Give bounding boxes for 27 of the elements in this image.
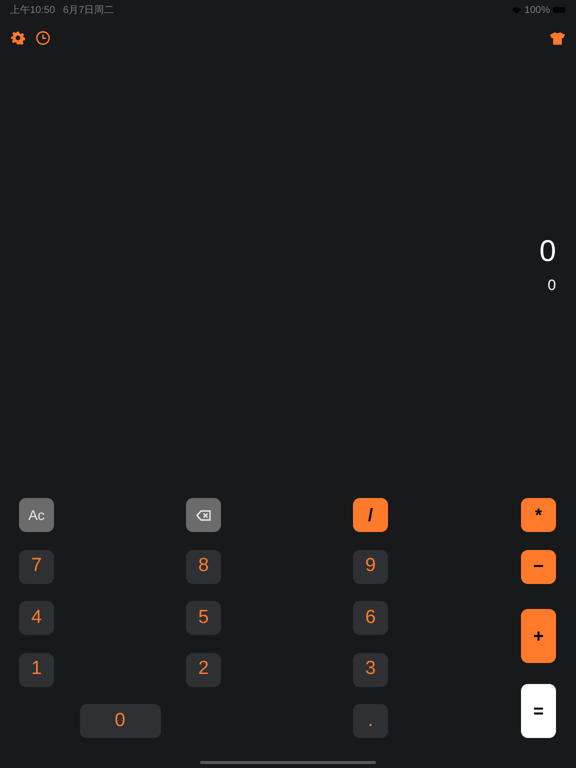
operator-key[interactable]: /: [353, 498, 388, 532]
digit-key[interactable]: 8: [186, 550, 221, 584]
digit-key[interactable]: 9: [353, 550, 388, 584]
shirt-icon[interactable]: [550, 32, 565, 44]
digit-key[interactable]: 2: [186, 652, 221, 686]
equals-key[interactable]: =: [521, 684, 556, 738]
operator-key[interactable]: +: [521, 609, 556, 663]
status-time: 上午10:50: [10, 4, 56, 18]
digit-key[interactable]: 3: [353, 652, 388, 686]
digit-key[interactable]: 5: [186, 601, 221, 635]
result-display: 0: [539, 234, 556, 270]
battery-percent: 100%: [524, 4, 550, 18]
expression-display: 0: [548, 276, 556, 296]
digit-key[interactable]: 4: [19, 601, 54, 635]
backspace-icon: [196, 510, 211, 520]
status-date: 6月7日周二: [63, 4, 114, 18]
operator-key[interactable]: *: [521, 498, 556, 532]
settings-icon[interactable]: [11, 31, 25, 45]
digit-key[interactable]: 1: [19, 652, 54, 686]
digit-key[interactable]: 0: [80, 704, 160, 738]
digit-key[interactable]: 6: [353, 601, 388, 635]
clear-key[interactable]: Ac: [19, 498, 54, 532]
digit-key[interactable]: 7: [19, 550, 54, 584]
backspace-key[interactable]: [186, 498, 221, 532]
digit-key[interactable]: .: [353, 704, 388, 738]
operator-key[interactable]: −: [521, 550, 556, 584]
clock-icon[interactable]: [36, 31, 50, 45]
